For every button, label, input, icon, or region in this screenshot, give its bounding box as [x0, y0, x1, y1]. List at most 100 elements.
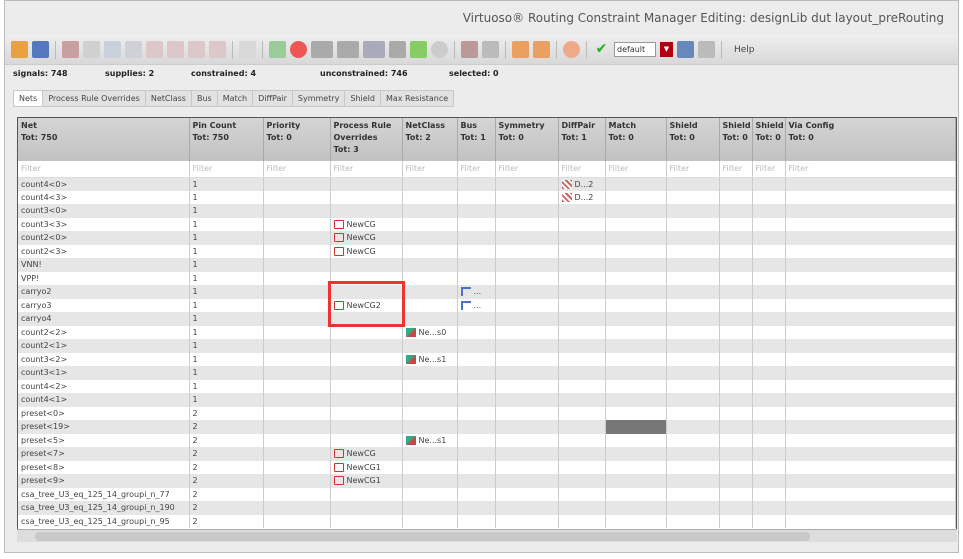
process-rule-cell[interactable] [330, 258, 403, 272]
net-class-icon[interactable] [83, 41, 100, 58]
symmetry-cell[interactable] [495, 312, 559, 326]
diffpair-cell[interactable] [558, 379, 606, 393]
pin-count-cell[interactable]: 1 [189, 352, 264, 366]
tab-diffpair[interactable]: DiffPair [253, 90, 293, 107]
shield-cell[interactable] [719, 217, 753, 231]
priority-cell[interactable] [263, 487, 331, 501]
symmetry-cell[interactable] [495, 339, 559, 353]
shield-cell[interactable] [752, 231, 786, 245]
shield-cell[interactable] [752, 460, 786, 474]
netclass-cell[interactable]: Ne...s1 [402, 433, 458, 447]
diffpair-cell[interactable] [558, 271, 606, 285]
save-set-icon[interactable] [677, 41, 694, 58]
priority-cell[interactable] [263, 352, 331, 366]
shield-cell[interactable] [719, 393, 753, 407]
symmetry-cell[interactable] [495, 514, 559, 528]
shield-cell[interactable] [719, 433, 753, 447]
shield-cell[interactable] [719, 177, 753, 191]
pin-count-cell[interactable]: 2 [189, 514, 264, 528]
shield-cell[interactable] [752, 325, 786, 339]
shield-cell[interactable] [666, 406, 720, 420]
column-header-shield[interactable]: Shield Tot: 0 [719, 118, 753, 161]
shield-cell[interactable] [752, 312, 786, 326]
route-toggle-icon[interactable] [311, 41, 333, 58]
shield-cell[interactable] [752, 366, 786, 380]
priority-cell[interactable] [263, 460, 331, 474]
shield-cell[interactable] [719, 460, 753, 474]
filter-input[interactable]: Filter [330, 161, 403, 178]
bus-cell[interactable] [457, 177, 496, 191]
column-header-bus[interactable]: Bus Tot: 1 [457, 118, 496, 161]
save-icon[interactable] [32, 41, 49, 58]
symmetry-cell[interactable] [495, 474, 559, 488]
net-cell[interactable]: csa_tree_U3_eq_125_14_groupi_n_77 [18, 487, 190, 501]
shield-cell[interactable] [666, 474, 720, 488]
shield-cell[interactable] [666, 177, 720, 191]
shield-cell[interactable] [666, 190, 720, 204]
netclass-cell[interactable] [402, 366, 458, 380]
filter-input[interactable]: Filter [605, 161, 667, 178]
netclass-cell[interactable] [402, 393, 458, 407]
table-row[interactable]: count4<0> 1 D...2 [18, 177, 956, 191]
net-cell[interactable]: count3<2> [18, 352, 190, 366]
shield-cell[interactable] [719, 406, 753, 420]
bus-cell[interactable] [457, 514, 496, 528]
netclass-cell[interactable] [402, 460, 458, 474]
process-rule-cell[interactable] [330, 366, 403, 380]
match-cell[interactable] [605, 339, 667, 353]
process-rule-cell[interactable] [330, 271, 403, 285]
via-config-cell[interactable] [785, 420, 956, 434]
process-rule-cell[interactable]: NewCG [330, 447, 403, 461]
bus-cell[interactable] [457, 258, 496, 272]
priority-cell[interactable] [263, 217, 331, 231]
open-icon[interactable] [11, 41, 28, 58]
table-row[interactable]: preset<7> 2 NewCG [18, 447, 956, 461]
shield-cell[interactable] [719, 352, 753, 366]
priority-cell[interactable] [263, 514, 331, 528]
pin-count-cell[interactable]: 1 [189, 190, 264, 204]
table-row[interactable]: VPP! 1 [18, 271, 956, 285]
shield-cell[interactable] [666, 487, 720, 501]
net-cell[interactable]: csa_tree_U3_eq_125_14_groupi_n_95 [18, 514, 190, 528]
pin-count-cell[interactable]: 1 [189, 312, 264, 326]
symmetry-cell[interactable] [495, 501, 559, 515]
table-row[interactable]: preset<0> 2 [18, 406, 956, 420]
pin-count-cell[interactable]: 1 [189, 298, 264, 312]
table-row[interactable]: count3<1> 1 [18, 366, 956, 380]
bus-cell[interactable] [457, 406, 496, 420]
match-cell[interactable] [605, 420, 667, 434]
shield-cell[interactable] [752, 285, 786, 299]
match-cell[interactable] [605, 352, 667, 366]
process-rule-cell[interactable] [330, 352, 403, 366]
delete-set-icon[interactable] [698, 41, 715, 58]
process-rule-cell[interactable] [330, 393, 403, 407]
via-config-cell[interactable] [785, 501, 956, 515]
match-cell[interactable] [605, 204, 667, 218]
filter-input[interactable]: Filter [785, 161, 956, 178]
shield-cell[interactable] [666, 379, 720, 393]
shield-cell[interactable] [666, 420, 720, 434]
netclass-cell[interactable] [402, 258, 458, 272]
diffpair-cell[interactable] [558, 312, 606, 326]
bus-cell[interactable] [457, 231, 496, 245]
priority-cell[interactable] [263, 298, 331, 312]
priority-cell[interactable] [263, 447, 331, 461]
net-cell[interactable]: carryo2 [18, 285, 190, 299]
process-rule-cell[interactable]: NewCG1 [330, 474, 403, 488]
netclass-cell[interactable] [402, 217, 458, 231]
diffpair-cell[interactable] [558, 258, 606, 272]
filter-input[interactable]: Filter [666, 161, 720, 178]
symmetry-cell[interactable] [495, 393, 559, 407]
lock-icon[interactable] [389, 41, 406, 58]
bus-cell[interactable] [457, 393, 496, 407]
shield-cell[interactable] [752, 474, 786, 488]
diffpair-icon[interactable] [146, 41, 163, 58]
diffpair-cell[interactable] [558, 420, 606, 434]
shield-cell[interactable] [752, 379, 786, 393]
table-row[interactable]: preset<8> 2 NewCG1 [18, 460, 956, 474]
process-rule-cell[interactable] [330, 501, 403, 515]
select-icon[interactable] [461, 41, 478, 58]
match-cell[interactable] [605, 433, 667, 447]
symmetry-cell[interactable] [495, 487, 559, 501]
shield-cell[interactable] [752, 514, 786, 528]
